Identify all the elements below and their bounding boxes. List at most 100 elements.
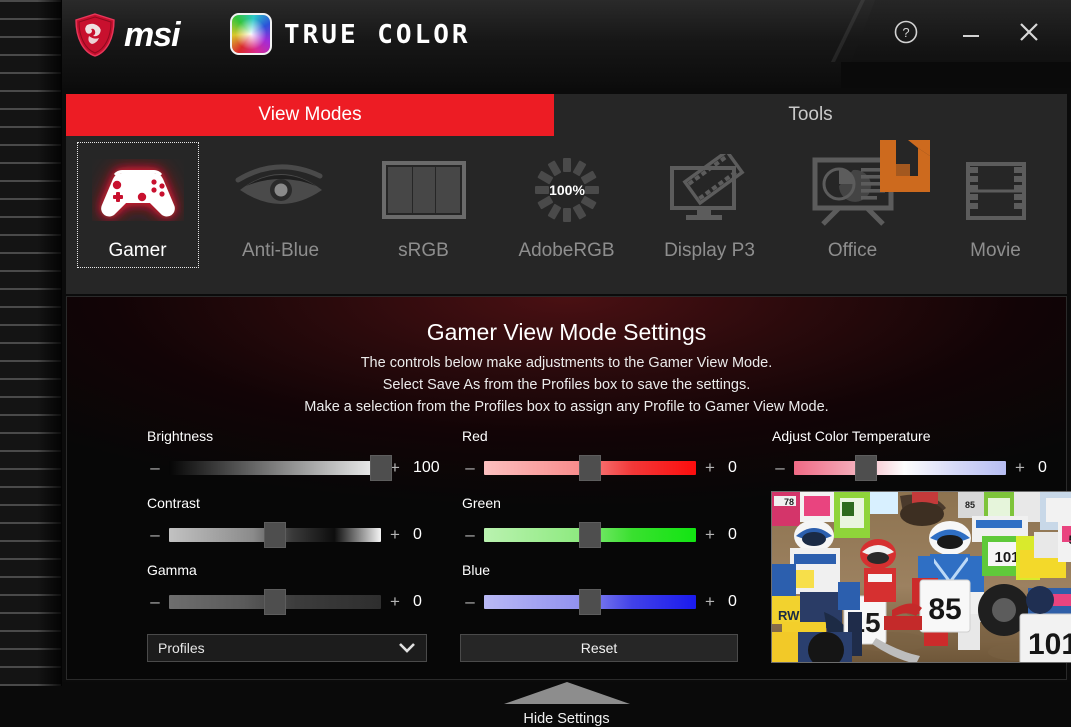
contrast-value: 0: [413, 526, 457, 544]
chevron-up-icon: [504, 682, 630, 709]
panel-description-line-3: Make a selection from the Profiles box t…: [67, 399, 1066, 415]
gamma-decrease-button[interactable]: –: [147, 592, 163, 612]
red-increase-button[interactable]: +: [702, 458, 718, 478]
tab-view-modes[interactable]: View Modes: [66, 94, 554, 136]
brightness-value: 100: [413, 459, 457, 477]
tab-tools[interactable]: Tools: [554, 94, 1067, 136]
slider-blue: Blue – + 0: [462, 562, 772, 615]
view-mode-anti-blue[interactable]: Anti-Blue: [209, 144, 352, 284]
help-button[interactable]: ?: [884, 12, 928, 52]
panel-title: Gamer View Mode Settings: [67, 319, 1066, 346]
tab-view-modes-label: View Modes: [258, 104, 361, 126]
slider-gamma: Gamma – + 0: [147, 562, 457, 615]
view-mode-srgb[interactable]: sRGB: [352, 144, 495, 284]
svg-text:78: 78: [784, 497, 794, 507]
blue-decrease-button[interactable]: –: [462, 592, 478, 612]
slider-color-temperature-label: Adjust Color Temperature: [772, 428, 1071, 444]
app-title: TRUE COLOR: [284, 20, 471, 50]
preview-image: 78 RW: [771, 491, 1071, 663]
view-modes-strip: Gamer Anti-Blue: [66, 136, 1067, 294]
red-value: 0: [728, 459, 772, 477]
blue-slider-track[interactable]: [484, 589, 696, 615]
view-mode-display-p3-label: Display P3: [664, 240, 755, 262]
film-strip-icon: [924, 144, 1067, 236]
view-mode-adobergb[interactable]: 100% AdobeRGB: [495, 144, 638, 284]
svg-text:100%: 100%: [549, 182, 585, 198]
background-bottom-fill: [0, 686, 62, 724]
chevron-down-icon: [398, 642, 426, 654]
view-mode-office[interactable]: Office: [781, 144, 924, 284]
msi-wordmark: msi: [124, 16, 180, 55]
reset-button[interactable]: Reset: [460, 634, 738, 662]
slider-color-temperature: Adjust Color Temperature – + 0: [772, 428, 1071, 481]
svg-text:?: ?: [902, 25, 909, 40]
minimize-button[interactable]: [949, 12, 993, 52]
profiles-dropdown[interactable]: Profiles: [147, 634, 427, 662]
view-mode-office-label: Office: [828, 240, 877, 262]
slider-contrast-label: Contrast: [147, 495, 457, 511]
view-mode-movie[interactable]: Movie: [924, 144, 1067, 284]
view-mode-anti-blue-label: Anti-Blue: [242, 240, 319, 262]
blue-increase-button[interactable]: +: [702, 592, 718, 612]
monitor-film-icon: [638, 144, 781, 236]
svg-text:101: 101: [994, 549, 1019, 566]
slider-brightness: Brightness – + 100: [147, 428, 457, 481]
panel-description-line-1: The controls below make adjustments to t…: [67, 355, 1066, 371]
red-slider-thumb[interactable]: [579, 455, 601, 481]
true-color-window: msi TRUE COLOR ? View Modes Tools: [62, 0, 1071, 724]
slider-blue-label: Blue: [462, 562, 772, 578]
svg-text:85: 85: [965, 500, 975, 510]
green-decrease-button[interactable]: –: [462, 525, 478, 545]
green-value: 0: [728, 526, 772, 544]
color-temperature-decrease-button[interactable]: –: [772, 458, 788, 478]
contrast-slider-thumb[interactable]: [264, 522, 286, 548]
brightness-slider-track[interactable]: [169, 455, 381, 481]
gamma-slider-thumb[interactable]: [264, 589, 286, 615]
title-bar: msi TRUE COLOR ?: [62, 0, 1071, 88]
slider-red-label: Red: [462, 428, 772, 444]
tab-bar: View Modes Tools: [66, 94, 1067, 136]
slider-gamma-label: Gamma: [147, 562, 457, 578]
selection-outline: [77, 142, 199, 268]
hide-settings-label: Hide Settings: [523, 711, 609, 727]
color-temperature-increase-button[interactable]: +: [1012, 458, 1028, 478]
view-mode-movie-label: Movie: [970, 240, 1021, 262]
percent-ring-icon: 100%: [495, 144, 638, 236]
contrast-decrease-button[interactable]: –: [147, 525, 163, 545]
slider-green: Green – + 0: [462, 495, 772, 548]
blue-value: 0: [728, 593, 772, 611]
color-temperature-slider-track[interactable]: [794, 455, 1006, 481]
view-mode-display-p3[interactable]: Display P3: [638, 144, 781, 284]
contrast-slider-track[interactable]: [169, 522, 381, 548]
view-mode-gamer[interactable]: Gamer: [66, 144, 209, 284]
svg-text:101: 101: [1028, 628, 1071, 661]
presentation-icon: [781, 144, 924, 236]
red-slider-track[interactable]: [484, 455, 696, 481]
view-mode-srgb-label: sRGB: [398, 240, 449, 262]
red-decrease-button[interactable]: –: [462, 458, 478, 478]
gamma-slider-track[interactable]: [169, 589, 381, 615]
gamma-increase-button[interactable]: +: [387, 592, 403, 612]
blue-slider-thumb[interactable]: [579, 589, 601, 615]
contrast-increase-button[interactable]: +: [387, 525, 403, 545]
brightness-decrease-button[interactable]: –: [147, 458, 163, 478]
hide-settings-toggle[interactable]: Hide Settings: [62, 682, 1071, 724]
tab-tools-label: Tools: [788, 104, 832, 126]
reset-button-label: Reset: [581, 640, 618, 656]
title-bar-lower-fill: [841, 62, 1071, 88]
view-mode-adobergb-label: AdobeRGB: [518, 240, 614, 262]
close-button[interactable]: [1007, 12, 1051, 52]
color-temperature-slider-thumb[interactable]: [855, 455, 877, 481]
panels-icon: [352, 144, 495, 236]
msi-dragon-logo-icon: [72, 12, 118, 58]
green-slider-thumb[interactable]: [579, 522, 601, 548]
svg-text:RW: RW: [778, 608, 800, 623]
brightness-slider-thumb[interactable]: [370, 455, 392, 481]
true-color-swatch-icon: [230, 13, 272, 55]
green-slider-track[interactable]: [484, 522, 696, 548]
slider-red: Red – + 0: [462, 428, 772, 481]
eye-icon: [209, 144, 352, 236]
slider-contrast: Contrast – + 0: [147, 495, 457, 548]
green-increase-button[interactable]: +: [702, 525, 718, 545]
svg-text:85: 85: [928, 593, 961, 626]
